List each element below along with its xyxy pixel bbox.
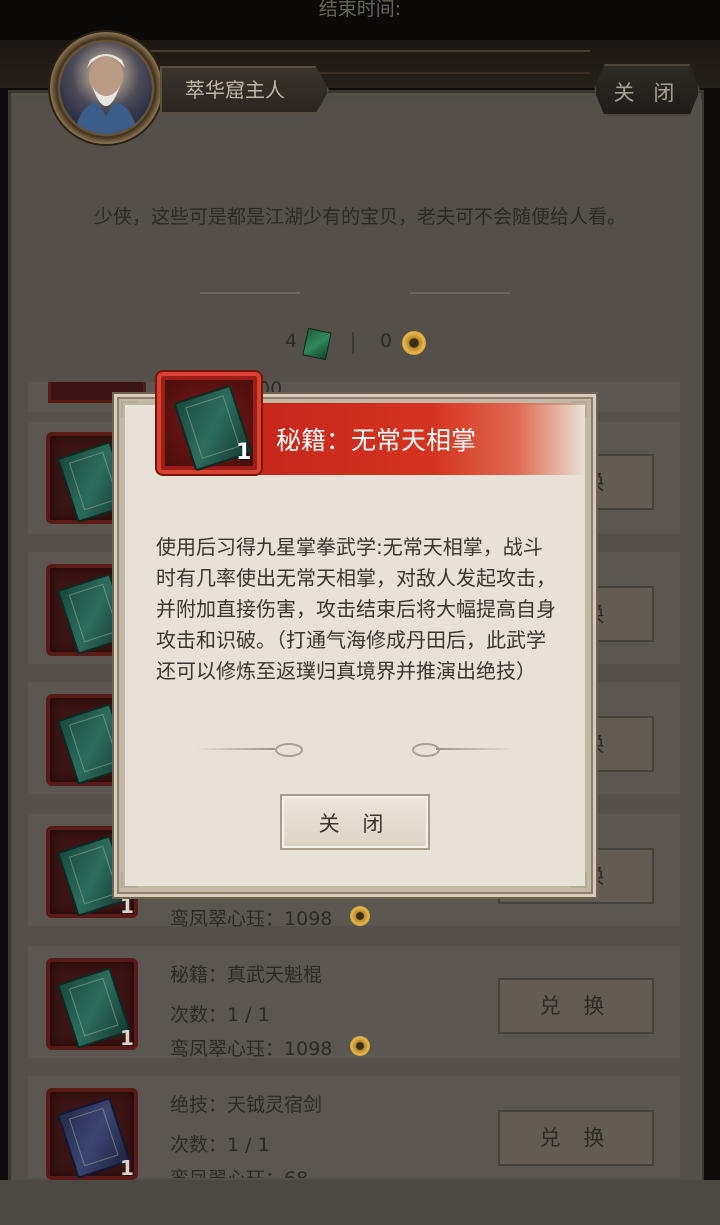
cost-line: 鸾凤翠心珏：1098	[170, 904, 332, 931]
jade-count: 4	[285, 330, 298, 352]
modal-title: 秘籍：无常天相掌	[276, 426, 477, 455]
coin-icon	[402, 331, 426, 355]
item-count: 1	[120, 1026, 134, 1050]
item-slot[interactable]: 1	[46, 1088, 138, 1180]
separator-left	[200, 292, 300, 294]
coin-icon	[350, 1036, 370, 1056]
npc-avatar	[60, 42, 152, 134]
swirl-ornament	[412, 743, 440, 757]
cost-label: 鸾凤翠心珏：	[170, 1038, 285, 1060]
currency-divider	[352, 332, 354, 354]
close-shop-label[interactable]: 关 闭	[594, 77, 700, 107]
cost-value: 1098	[284, 908, 333, 930]
cost-label: 鸾凤翠心珏：	[170, 908, 285, 930]
cost-line: 鸾凤翠心珏：1098	[170, 1034, 332, 1061]
separator-right	[410, 292, 510, 294]
cost-value: 1098	[284, 1038, 333, 1060]
times-line: 次数：1 / 1	[170, 1130, 270, 1157]
item-slot[interactable]: 1	[46, 958, 138, 1050]
times-label: 次数：	[170, 1004, 228, 1026]
item-count: 1	[120, 894, 134, 918]
cost-label: 鸾凤翠心珏：	[170, 1168, 284, 1178]
corner-ornament	[121, 872, 137, 888]
panel-bottom	[0, 1180, 720, 1225]
cost-value: 68	[284, 1168, 308, 1178]
old-man-portrait-icon	[74, 54, 138, 134]
npc-name: 萃华窟主人	[185, 78, 285, 102]
times-line: 次数：1 / 1	[170, 1000, 270, 1027]
npc-dialog-text: 少侠，这些可是都是江湖少有的宝贝，老夫可不会随便给人看。	[93, 206, 626, 228]
swirl-ornament	[275, 743, 303, 757]
times-value: 1 / 1	[227, 1004, 270, 1026]
times-value: 1 / 1	[227, 1134, 270, 1156]
coin-count: 0	[380, 330, 393, 352]
modal-item-count: 1	[236, 440, 252, 465]
corner-ornament	[571, 872, 587, 888]
item-name: 秘籍：真武天魁棍	[170, 964, 323, 986]
coin-icon	[350, 906, 370, 926]
corner-ornament	[121, 401, 137, 417]
ornament-right	[436, 748, 516, 750]
ornament-left	[195, 748, 275, 750]
cost-line-clipped: 鸾凤翠心珏：68	[168, 1164, 368, 1178]
end-time-label: 结束时间:	[318, 0, 402, 20]
modal-close-label[interactable]: 关 闭	[280, 808, 430, 838]
exchange-button[interactable]: 兑 换	[498, 1110, 654, 1166]
item-count: 1	[120, 1156, 134, 1180]
exchange-button[interactable]: 兑 换	[498, 978, 654, 1034]
item-name: 绝技：天钺灵宿剑	[170, 1094, 323, 1116]
times-label: 次数：	[170, 1134, 228, 1156]
cost-line: 鸾凤翠心珏：68	[170, 1164, 308, 1178]
modal-description: 使用后习得九星掌拳武学:无常天相掌，战斗时有几率使出无常天相掌，对敌人发起攻击，…	[156, 535, 556, 683]
